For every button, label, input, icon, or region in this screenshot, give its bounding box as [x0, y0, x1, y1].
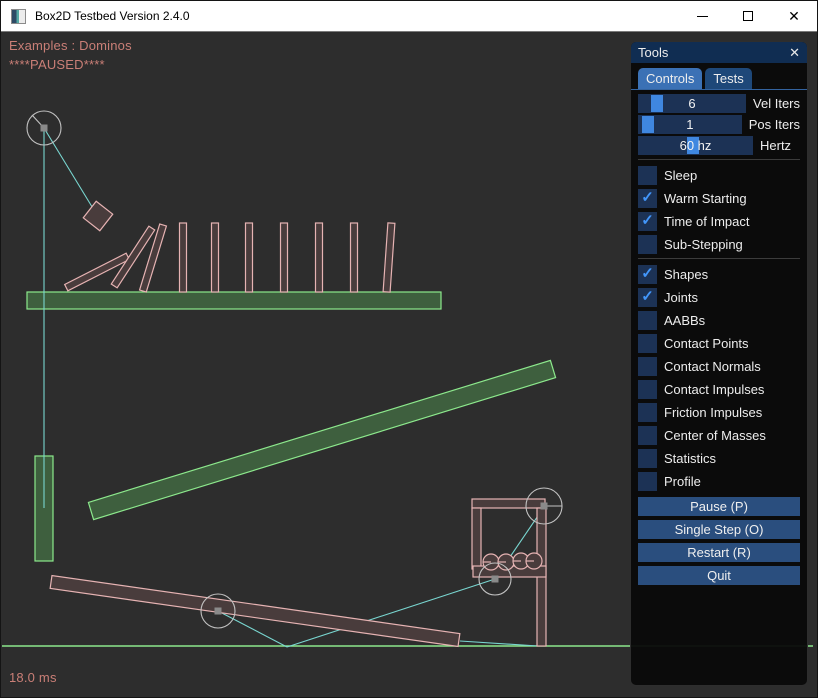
checkbox-row-shapes: ✓ Shapes	[638, 265, 800, 284]
checkbox-label: Sub-Stepping	[664, 237, 743, 252]
checkbox-label: Contact Normals	[664, 359, 761, 374]
quit-button[interactable]: Quit	[638, 566, 800, 585]
slider-value: 1	[638, 115, 742, 134]
checkbox-unchecked[interactable]	[638, 166, 657, 185]
slider-label: Pos Iters	[749, 117, 800, 132]
checkbox-row-warm-starting: ✓ Warm Starting	[638, 189, 800, 208]
checkbox-row-center-of-masses: Center of Masses	[638, 426, 800, 445]
checkbox-group-draw: ✓ Shapes ✓ Joints AABBs Contact Points Contact…	[638, 265, 800, 491]
checkbox-checked[interactable]: ✓	[638, 189, 657, 208]
checkbox-unchecked[interactable]	[638, 380, 657, 399]
checkbox-row-friction-impulses: Friction Impulses	[638, 403, 800, 422]
tools-panel-titlebar[interactable]: Tools ✕	[631, 42, 807, 63]
checkbox-unchecked[interactable]	[638, 235, 657, 254]
swinging-box	[83, 201, 112, 230]
dominoes	[65, 223, 395, 292]
separator	[638, 159, 800, 160]
checkbox-checked[interactable]: ✓	[638, 288, 657, 307]
panel-close-icon[interactable]: ✕	[789, 45, 800, 61]
checkbox-label: Center of Masses	[664, 428, 766, 443]
checkbox-unchecked[interactable]	[638, 311, 657, 330]
app-window: Box2D Testbed Version 2.4.0 ✕	[0, 0, 818, 698]
checkbox-label: AABBs	[664, 313, 705, 328]
checkbox-row-contact-normals: Contact Normals	[638, 357, 800, 376]
frame-time-label: 18.0 ms	[9, 670, 57, 685]
separator	[638, 258, 800, 259]
checkbox-row-contact-impulses: Contact Impulses	[638, 380, 800, 399]
checkbox-label: Profile	[664, 474, 701, 489]
checkbox-label: Warm Starting	[664, 191, 747, 206]
checkbox-label: Friction Impulses	[664, 405, 762, 420]
checkbox-label: Shapes	[664, 267, 708, 282]
tabbar: ControlsTests	[631, 68, 807, 89]
slider-row: 1 Pos Iters	[638, 115, 800, 134]
checkbox-label: Time of Impact	[664, 214, 749, 229]
slider-label: Vel Iters	[753, 96, 800, 111]
slider-vel-iters[interactable]: 6	[638, 94, 746, 113]
slider-row: 60 hz Hertz	[638, 136, 800, 155]
checkbox-label: Contact Impulses	[664, 382, 764, 397]
checkbox-unchecked[interactable]	[638, 449, 657, 468]
tab-controls[interactable]: Controls	[638, 68, 702, 89]
slider-hertz[interactable]: 60 hz	[638, 136, 753, 155]
checkbox-row-aabbs: AABBs	[638, 311, 800, 330]
button-group: Pause (P) Single Step (O) Restart (R) Quit	[638, 497, 800, 585]
checkbox-unchecked[interactable]	[638, 472, 657, 491]
checkbox-row-contact-points: Contact Points	[638, 334, 800, 353]
slider-label: Hertz	[760, 138, 791, 153]
checkbox-group-simulation: Sleep ✓ Warm Starting ✓ Time of Impact Sub-St…	[638, 166, 800, 254]
single-step-o-button[interactable]: Single Step (O)	[638, 520, 800, 539]
slider-group: 6 Vel Iters 1 Pos Iters 60 hz Hertz	[638, 94, 800, 155]
checkbox-checked[interactable]: ✓	[638, 265, 657, 284]
slider-value: 6	[638, 94, 746, 113]
slider-row: 6 Vel Iters	[638, 94, 800, 113]
tools-panel: Tools ✕ ControlsTests 6 Vel Iters 1 Pos Ite…	[630, 41, 808, 686]
slider-pos-iters[interactable]: 1	[638, 115, 742, 134]
checkbox-row-time-of-impact: ✓ Time of Impact	[638, 212, 800, 231]
checkbox-unchecked[interactable]	[638, 357, 657, 376]
checkbox-unchecked[interactable]	[638, 426, 657, 445]
checkbox-row-profile: Profile	[638, 472, 800, 491]
checkbox-label: Statistics	[664, 451, 716, 466]
checkbox-label: Joints	[664, 290, 698, 305]
panel-content: 6 Vel Iters 1 Pos Iters 60 hz Hertz Sleep ✓ War…	[631, 90, 807, 585]
tab-tests[interactable]: Tests	[705, 68, 751, 89]
checkbox-row-joints: ✓ Joints	[638, 288, 800, 307]
checkbox-row-sub-stepping: Sub-Stepping	[638, 235, 800, 254]
restart-r-button[interactable]: Restart (R)	[638, 543, 800, 562]
pause-p-button[interactable]: Pause (P)	[638, 497, 800, 516]
joint-circles	[27, 111, 562, 628]
checkbox-row-statistics: Statistics	[638, 449, 800, 468]
checkbox-unchecked[interactable]	[638, 403, 657, 422]
example-label: Examples : Dominos	[9, 38, 132, 53]
slider-value: 60 hz	[638, 136, 753, 155]
checkbox-checked[interactable]: ✓	[638, 212, 657, 231]
checkbox-label: Contact Points	[664, 336, 749, 351]
shelf-balls	[483, 553, 542, 570]
checkbox-row-sleep: Sleep	[638, 166, 800, 185]
dynamic-bodies	[50, 201, 546, 646]
checkbox-label: Sleep	[664, 168, 697, 183]
tools-panel-title: Tools	[638, 45, 668, 60]
paused-label: ****PAUSED****	[9, 57, 105, 72]
checkbox-unchecked[interactable]	[638, 334, 657, 353]
